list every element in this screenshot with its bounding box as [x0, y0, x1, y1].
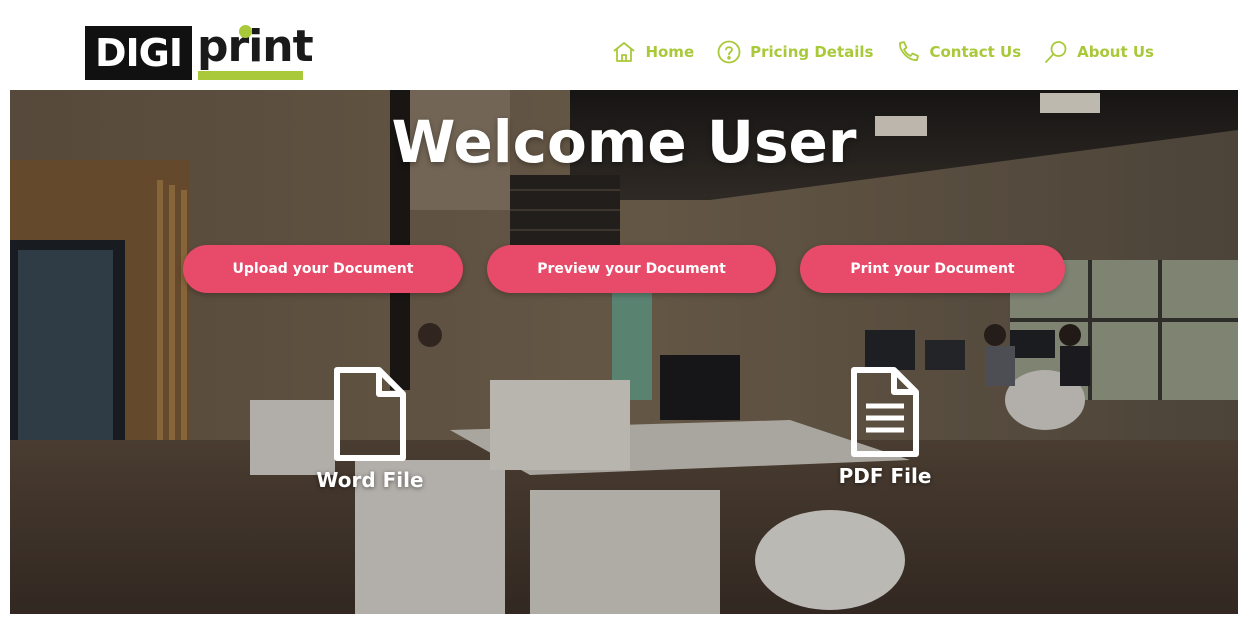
blank-document-icon	[310, 366, 430, 462]
pdf-file-label: PDF File	[838, 464, 932, 488]
search-icon	[1043, 39, 1069, 65]
logo-dot	[239, 25, 252, 38]
preview-document-button[interactable]: Preview your Document	[487, 245, 776, 293]
question-circle-icon	[716, 39, 742, 65]
digiprint-logo[interactable]: DIGI print	[85, 21, 314, 82]
nav-label-contact: Contact Us	[929, 43, 1022, 61]
welcome-title: Welcome User	[391, 108, 857, 176]
nav-label-pricing: Pricing Details	[750, 43, 874, 61]
site-header: DIGI print Home Pricing Details Contact …	[0, 0, 1252, 90]
main-nav: Home Pricing Details Contact Us About Us	[611, 36, 1154, 68]
logo-digi-text: DIGI	[85, 26, 192, 80]
phone-icon	[895, 39, 921, 65]
home-icon	[611, 39, 637, 65]
nav-item-about[interactable]: About Us	[1043, 39, 1154, 65]
pdf-file-option[interactable]: PDF File	[825, 366, 945, 488]
text-document-icon	[825, 366, 945, 458]
logo-underline-bar	[198, 71, 303, 80]
nav-label-home: Home	[645, 43, 695, 61]
nav-item-pricing[interactable]: Pricing Details	[716, 39, 873, 65]
word-file-option[interactable]: Word File	[310, 366, 430, 492]
logo-print-text: print	[197, 21, 314, 72]
nav-item-contact[interactable]: Contact Us	[895, 39, 1021, 65]
word-file-label: Word File	[316, 468, 424, 492]
upload-document-button[interactable]: Upload your Document	[183, 245, 463, 293]
print-document-button[interactable]: Print your Document	[800, 245, 1065, 293]
nav-label-about: About Us	[1077, 43, 1154, 61]
nav-item-home[interactable]: Home	[611, 39, 694, 65]
hero-section: Welcome User Upload your Document Previe…	[10, 90, 1238, 614]
